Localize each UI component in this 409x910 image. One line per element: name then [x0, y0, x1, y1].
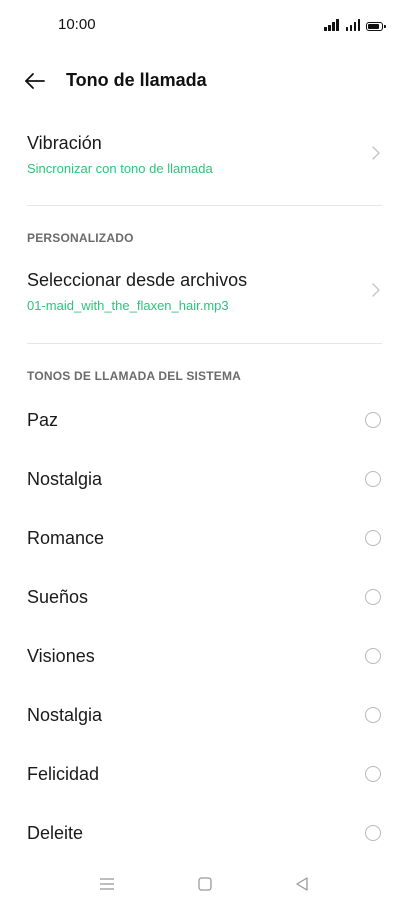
battery-icon: [366, 22, 386, 31]
tone-item[interactable]: Sueños: [0, 569, 409, 628]
radio-button[interactable]: [365, 648, 381, 664]
tone-label: Felicidad: [27, 764, 100, 784]
tone-label: Nostalgia: [27, 469, 103, 489]
section-header-system: TONOS DE LLAMADA DEL SISTEMA: [27, 369, 242, 383]
tone-label: Visiones: [27, 646, 95, 666]
back-nav-button[interactable]: [292, 874, 312, 894]
status-icons: [324, 17, 386, 31]
tone-item[interactable]: Paz: [0, 392, 409, 451]
radio-button[interactable]: [365, 825, 381, 841]
status-time: 10:00: [58, 16, 96, 33]
back-triangle-icon: [296, 877, 308, 891]
select-from-files-title: Seleccionar desde archivos: [27, 270, 248, 290]
page-title: Tono de llamada: [66, 70, 207, 90]
tone-item[interactable]: Deleite: [0, 805, 409, 864]
back-button[interactable]: [22, 68, 48, 94]
tone-item[interactable]: Felicidad: [0, 746, 409, 805]
menu-icon: [100, 878, 114, 890]
chevron-right-icon: [372, 283, 380, 297]
arrow-left-icon: [25, 73, 45, 89]
home-button[interactable]: [195, 874, 215, 894]
tone-item[interactable]: Visiones: [0, 628, 409, 687]
section-header-custom: PERSONALIZADO: [27, 231, 134, 245]
divider: [27, 343, 382, 344]
home-square-icon: [198, 877, 212, 891]
navigation-bar: [0, 858, 409, 910]
signal-icon: [345, 19, 360, 31]
radio-button[interactable]: [365, 589, 381, 605]
selected-file-name: 01-maid_with_the_flaxen_hair.mp3: [27, 298, 229, 313]
vibration-subtitle: Sincronizar con tono de llamada: [27, 161, 213, 176]
tone-item[interactable]: Nostalgia: [0, 687, 409, 746]
tone-item[interactable]: Nostalgia: [0, 451, 409, 510]
radio-button[interactable]: [365, 471, 381, 487]
tone-label: Romance: [27, 528, 105, 548]
recent-apps-button[interactable]: [97, 874, 117, 894]
tone-label: Paz: [27, 410, 59, 430]
tone-label: Sueños: [27, 587, 89, 607]
signal-icon: [324, 19, 339, 31]
radio-button[interactable]: [365, 707, 381, 723]
radio-button[interactable]: [365, 766, 381, 782]
status-bar: 10:00: [0, 0, 409, 52]
tone-label: Nostalgia: [27, 705, 103, 725]
tone-item[interactable]: Romance: [0, 510, 409, 569]
chevron-right-icon: [372, 146, 380, 160]
radio-button[interactable]: [365, 412, 381, 428]
radio-button[interactable]: [365, 530, 381, 546]
vibration-title: Vibración: [27, 133, 102, 153]
divider: [27, 205, 382, 206]
app-bar: Tono de llamada: [0, 52, 409, 110]
tone-label: Deleite: [27, 823, 84, 843]
select-from-files-row[interactable]: Seleccionar desde archivos 01-maid_with_…: [0, 256, 409, 336]
vibration-row[interactable]: Vibración Sincronizar con tono de llamad…: [0, 120, 409, 200]
